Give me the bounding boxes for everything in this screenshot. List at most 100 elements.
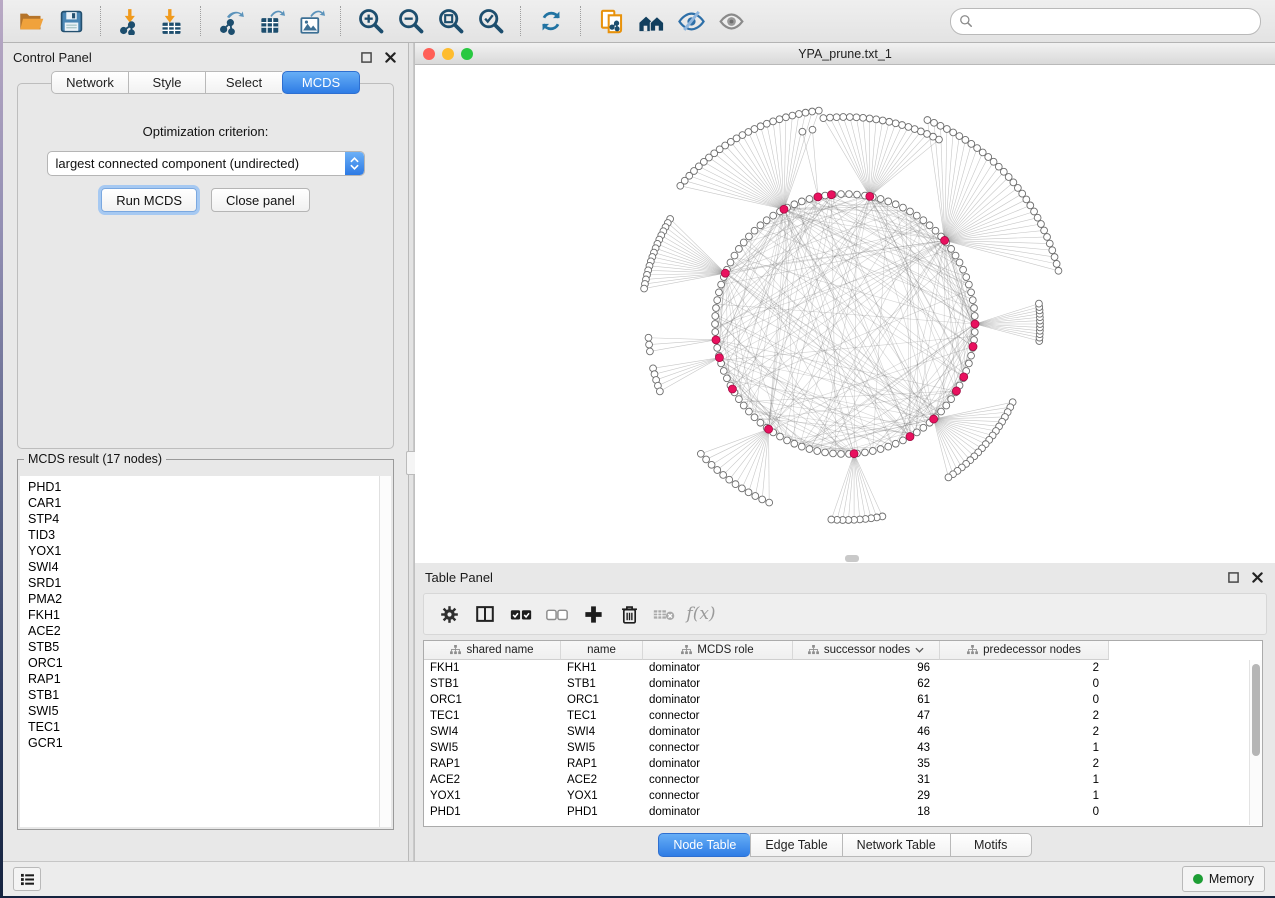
column-header-MCDS-role[interactable]: MCDS role xyxy=(643,641,793,660)
table-cell[interactable]: PHD1 xyxy=(424,804,561,820)
table-cell[interactable] xyxy=(1109,660,1262,676)
mcds-node-item[interactable]: RAP1 xyxy=(28,671,379,687)
table-cell[interactable]: 1 xyxy=(940,740,1109,756)
table-cell[interactable]: connector xyxy=(643,740,793,756)
network-window-titlebar[interactable]: YPA_prune.txt_1 xyxy=(415,43,1275,65)
run-mcds-button[interactable]: Run MCDS xyxy=(101,188,197,212)
table-cell[interactable]: RAP1 xyxy=(424,756,561,772)
table-cell[interactable]: 2 xyxy=(940,756,1109,772)
table-cell[interactable]: YOX1 xyxy=(424,788,561,804)
tab-node-table[interactable]: Node Table xyxy=(658,833,750,857)
table-cell[interactable]: 1 xyxy=(940,772,1109,788)
table-cell[interactable]: 2 xyxy=(940,724,1109,740)
table-cell[interactable]: dominator xyxy=(643,756,793,772)
show-all-button[interactable] xyxy=(714,4,748,38)
table-cell[interactable]: 43 xyxy=(793,740,940,756)
zoom-in-button[interactable] xyxy=(354,4,388,38)
table-cell[interactable]: TEC1 xyxy=(561,708,643,724)
table-cell[interactable] xyxy=(1109,772,1262,788)
table-cell[interactable]: SWI5 xyxy=(561,740,643,756)
mcds-node-item[interactable]: SRD1 xyxy=(28,575,379,591)
table-cell[interactable]: SWI4 xyxy=(561,724,643,740)
column-header-name[interactable]: name xyxy=(561,641,643,660)
table-cell[interactable]: dominator xyxy=(643,724,793,740)
mcds-node-item[interactable]: PMA2 xyxy=(28,591,379,607)
table-cell[interactable]: 96 xyxy=(793,660,940,676)
table-cell[interactable] xyxy=(1109,788,1262,804)
mcds-list-scrollbar[interactable] xyxy=(379,476,391,827)
memory-button[interactable]: Memory xyxy=(1182,866,1265,892)
tab-network-table[interactable]: Network Table xyxy=(842,833,950,857)
save-session-button[interactable] xyxy=(54,4,88,38)
mcds-node-item[interactable]: GCR1 xyxy=(28,735,379,751)
table-cell[interactable]: dominator xyxy=(643,660,793,676)
refresh-button[interactable] xyxy=(534,4,568,38)
table-cell[interactable]: SWI4 xyxy=(424,724,561,740)
deselect-all-button[interactable] xyxy=(542,599,572,629)
task-history-button[interactable] xyxy=(13,867,41,891)
table-cell[interactable] xyxy=(1109,724,1262,740)
table-cell[interactable]: RAP1 xyxy=(561,756,643,772)
criterion-select[interactable]: largest connected component (undirected) xyxy=(47,151,365,176)
function-builder-button[interactable]: f(x) xyxy=(686,599,716,629)
table-cell[interactable]: 18 xyxy=(793,804,940,820)
tab-motifs[interactable]: Motifs xyxy=(950,833,1032,857)
table-cell[interactable]: 35 xyxy=(793,756,940,772)
network-canvas[interactable] xyxy=(415,65,1275,563)
table-cell[interactable]: 0 xyxy=(940,692,1109,708)
table-cell[interactable]: ACE2 xyxy=(424,772,561,788)
table-cell[interactable]: 29 xyxy=(793,788,940,804)
mcds-node-item[interactable]: PHD1 xyxy=(28,479,379,495)
table-cell[interactable]: 0 xyxy=(940,676,1109,692)
mcds-node-item[interactable]: STB5 xyxy=(28,639,379,655)
close-panel-button[interactable] xyxy=(382,49,398,65)
canvas-hscroll-thumb[interactable] xyxy=(845,555,859,562)
home-button[interactable] xyxy=(634,4,668,38)
table-cell[interactable]: 47 xyxy=(793,708,940,724)
table-cell[interactable] xyxy=(1109,676,1262,692)
table-cell[interactable]: YOX1 xyxy=(561,788,643,804)
mcds-result-list[interactable]: PHD1CAR1STP4TID3YOX1SWI4SRD1PMA2FKH1ACE2… xyxy=(20,476,379,827)
tab-edge-table[interactable]: Edge Table xyxy=(750,833,841,857)
minimize-window-button[interactable] xyxy=(442,48,454,60)
tab-network[interactable]: Network xyxy=(51,71,128,94)
import-table-button[interactable] xyxy=(154,4,188,38)
table-cell[interactable]: 62 xyxy=(793,676,940,692)
table-cell[interactable]: 0 xyxy=(940,804,1109,820)
table-cell[interactable]: 31 xyxy=(793,772,940,788)
mcds-node-item[interactable]: ORC1 xyxy=(28,655,379,671)
table-cell[interactable] xyxy=(1109,692,1262,708)
table-cell[interactable]: TEC1 xyxy=(424,708,561,724)
open-file-button[interactable] xyxy=(14,4,48,38)
search-box[interactable] xyxy=(950,8,1261,35)
table-cell[interactable]: connector xyxy=(643,788,793,804)
mcds-node-item[interactable]: STP4 xyxy=(28,511,379,527)
float-panel-button[interactable] xyxy=(358,49,374,65)
zoom-fit-button[interactable] xyxy=(434,4,468,38)
table-cell[interactable]: 1 xyxy=(940,788,1109,804)
tab-style[interactable]: Style xyxy=(128,71,205,94)
table-cell[interactable]: ACE2 xyxy=(561,772,643,788)
mcds-node-item[interactable]: YOX1 xyxy=(28,543,379,559)
close-panel-button-mcds[interactable]: Close panel xyxy=(211,188,310,212)
node-table[interactable]: shared namenameMCDS rolesuccessor nodesp… xyxy=(423,640,1263,827)
close-table-panel-button[interactable] xyxy=(1249,569,1265,585)
split-panel-button[interactable] xyxy=(470,599,500,629)
table-cell[interactable]: connector xyxy=(643,708,793,724)
table-cell[interactable]: dominator xyxy=(643,692,793,708)
hide-selected-button[interactable] xyxy=(674,4,708,38)
export-table-button[interactable] xyxy=(254,4,288,38)
zoom-out-button[interactable] xyxy=(394,4,428,38)
column-header-predecessor-nodes[interactable]: predecessor nodes xyxy=(940,641,1109,660)
float-table-panel-button[interactable] xyxy=(1225,569,1241,585)
import-network-button[interactable] xyxy=(114,4,148,38)
add-column-button[interactable] xyxy=(578,599,608,629)
table-cell[interactable]: SWI5 xyxy=(424,740,561,756)
mcds-node-item[interactable]: TID3 xyxy=(28,527,379,543)
column-header-shared-name[interactable]: shared name xyxy=(424,641,561,660)
table-cell[interactable]: ORC1 xyxy=(561,692,643,708)
clone-network-button[interactable] xyxy=(594,4,628,38)
table-cell[interactable] xyxy=(1109,804,1262,820)
mcds-node-item[interactable]: SWI4 xyxy=(28,559,379,575)
delete-table-button[interactable] xyxy=(650,599,680,629)
